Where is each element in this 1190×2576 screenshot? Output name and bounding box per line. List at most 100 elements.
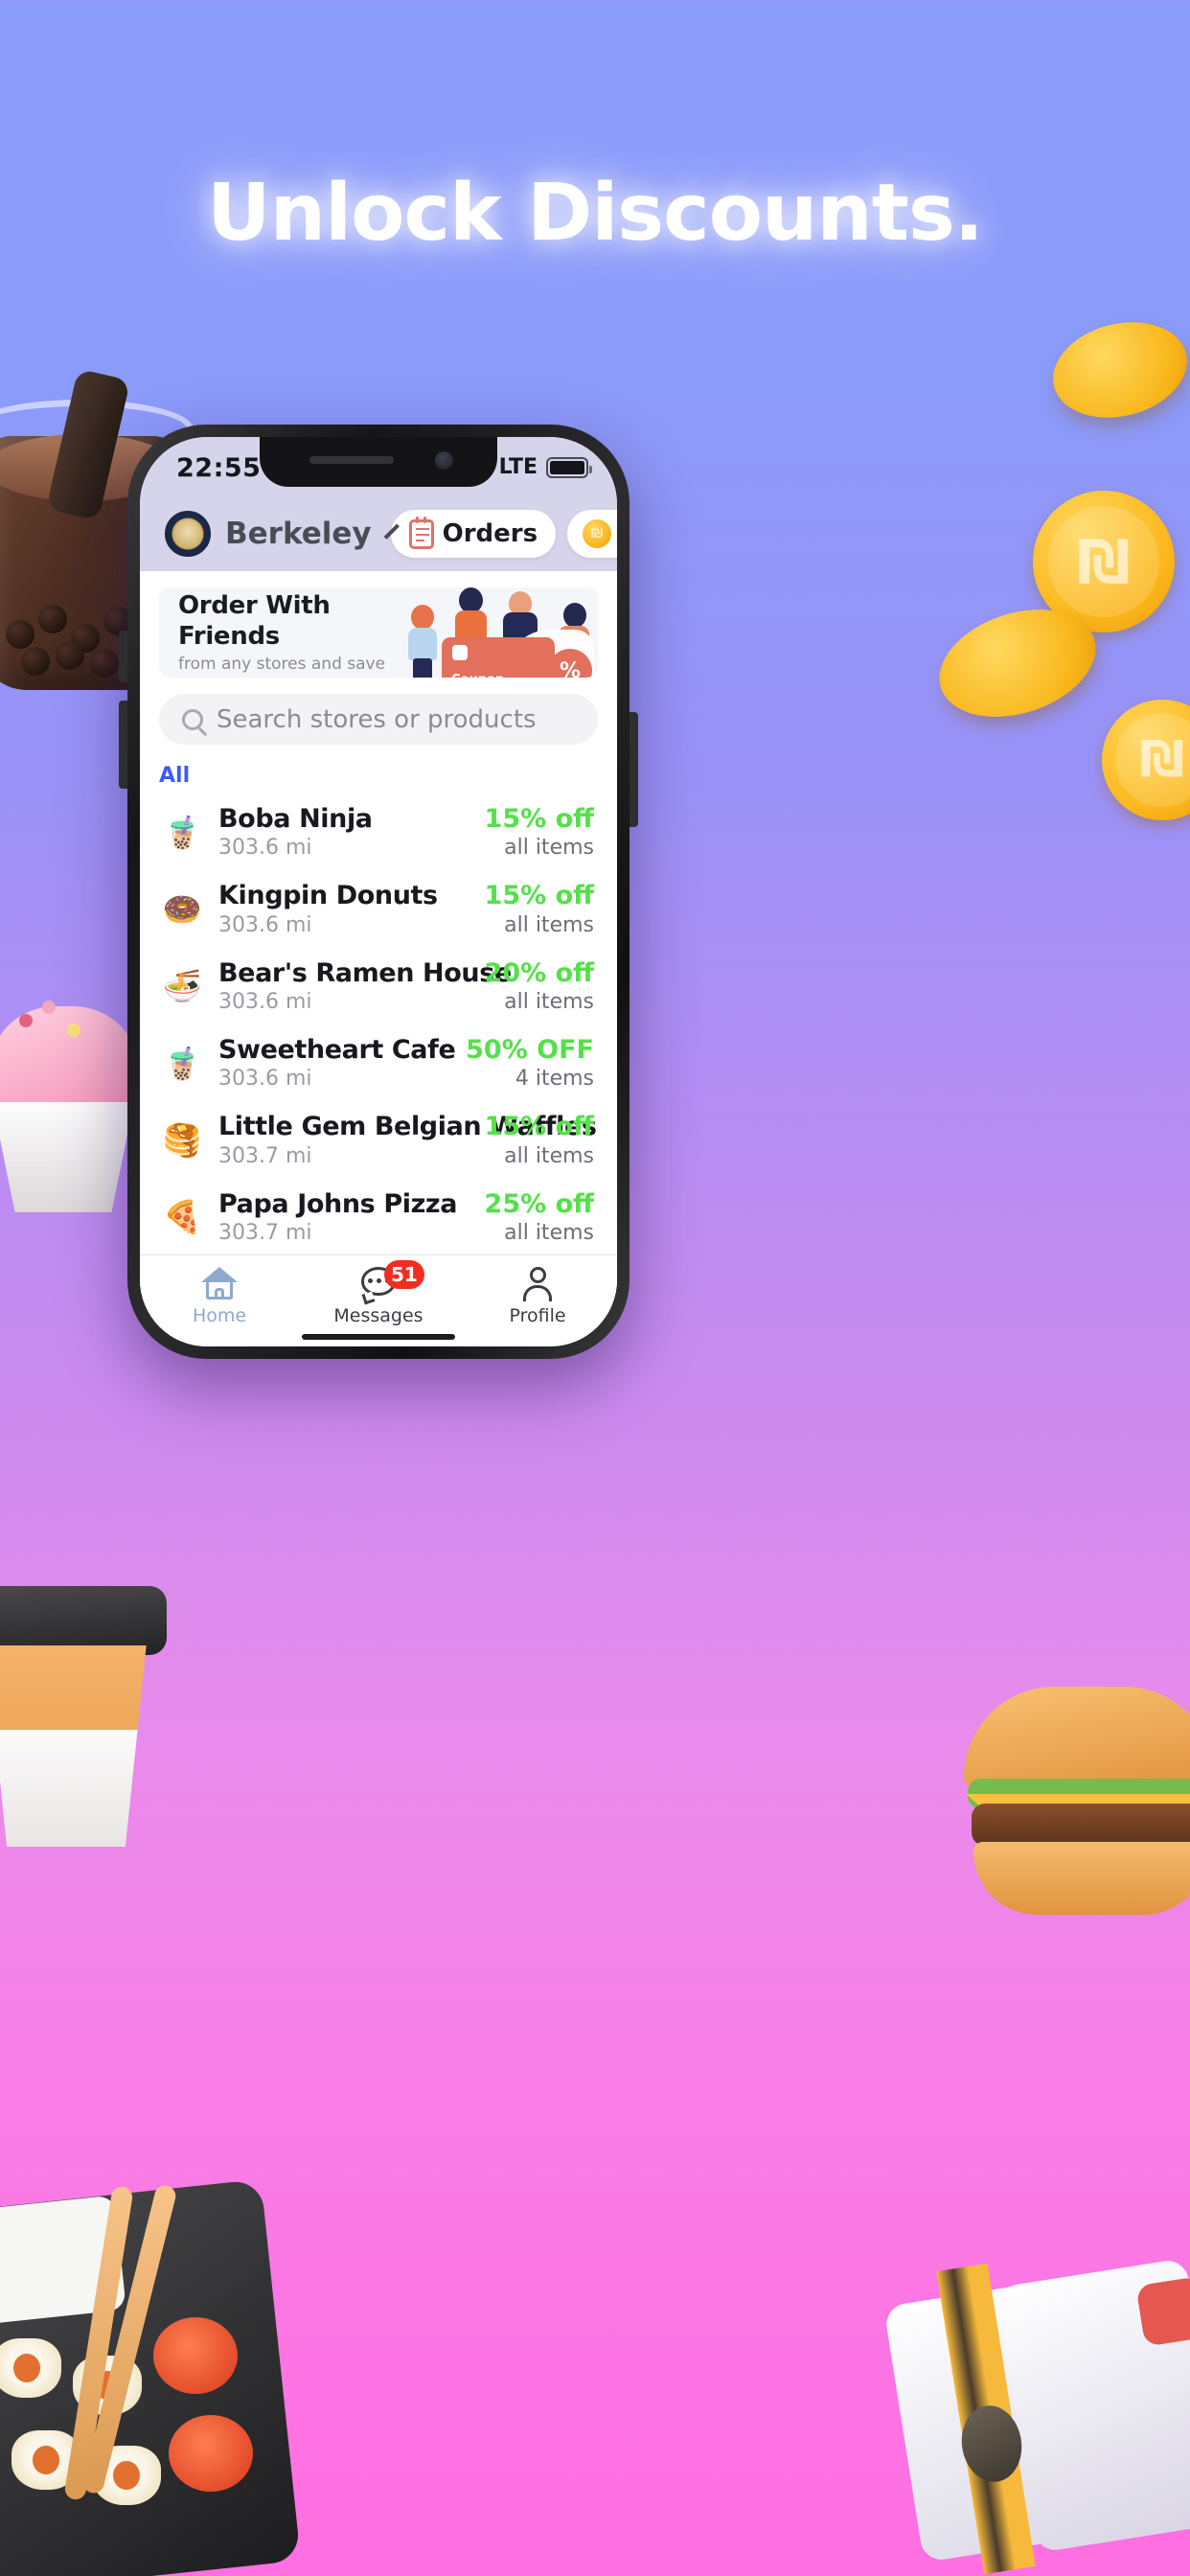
coin-decoration (1042, 309, 1190, 431)
store-distance: 303.7 mi (218, 1143, 312, 1168)
coin-decoration: ₪ (1102, 700, 1190, 820)
search-bar[interactable] (159, 694, 598, 746)
nav-item-profile[interactable]: Profile (458, 1267, 617, 1326)
store-info: Bear's Ramen House 303.6 mi (218, 957, 512, 1015)
store-name: Kingpin Donuts (218, 881, 438, 911)
store-offer: 25% off all items (485, 1189, 594, 1245)
store-list[interactable]: 🧋 Boba Ninja 303.6 mi 15% off all items … (140, 794, 617, 1254)
store-info: Kingpin Donuts 303.6 mi (218, 881, 469, 936)
speaker-icon (309, 456, 394, 464)
store-name: Little Gem Belgian Waffles (218, 1112, 597, 1142)
uc-berkeley-seal-icon (165, 511, 211, 557)
store-discount: 15% off (484, 1112, 594, 1142)
nav-label-messages: Messages (333, 1305, 423, 1326)
pizza-icon: 🍕 (162, 1198, 202, 1236)
coffee-cup-decoration (0, 1586, 173, 1854)
store-discount-scope: all items (504, 1143, 594, 1168)
store-name: Bear's Ramen House (218, 957, 512, 988)
store-name: Boba Ninja (218, 804, 373, 835)
store-list-item[interactable]: 🍜 Bear's Ramen House 303.6 mi 20% off al… (140, 948, 617, 1024)
boba-tea-icon: 🧋 (162, 813, 202, 851)
store-discount: 20% off (484, 957, 594, 988)
coupon-logo-icon (452, 645, 468, 660)
store-list-item[interactable]: 🍕 Papa Johns Pizza 303.7 mi 25% off all … (140, 1179, 617, 1254)
promo-banner[interactable]: New Order With Friends from any stores a… (159, 587, 598, 678)
donut-icon: 🍩 (162, 890, 202, 929)
promo-banner-illustration: Coupon % (401, 587, 598, 678)
nav-item-messages[interactable]: 51 Messages (299, 1260, 458, 1326)
store-discount-scope: 4 items (515, 1067, 594, 1092)
phone-screen: 22:55 LTE Berkeley Orders ₪ Order With F… (140, 437, 617, 1346)
store-offer: 15% off all items (485, 804, 594, 860)
promo-banner-title: Order With Friends (178, 591, 331, 651)
store-distance: 303.6 mi (218, 912, 312, 937)
status-bar-time: 22:55 (176, 453, 262, 483)
store-list-item[interactable]: 🥞 Little Gem Belgian Waffles 303.7 mi 15… (140, 1101, 617, 1178)
illustration-person (403, 605, 442, 678)
boba-tea-icon: 🧋 (162, 1044, 202, 1082)
coin-icon: ₪ (583, 519, 612, 548)
store-discount-scope: all items (504, 912, 594, 937)
page-title: Unlock Discounts. (207, 168, 984, 259)
store-list-item[interactable]: 🧋 Sweetheart Cafe 303.6 mi 50% OFF 4 ite… (140, 1024, 617, 1101)
promo-banner-tag: New (178, 587, 387, 589)
store-distance: 303.6 mi (218, 836, 312, 861)
store-discount: 15% off (484, 881, 594, 911)
promo-subtitle-highlight: 20% Off (225, 676, 297, 678)
orders-button-label: Orders (442, 519, 538, 548)
battery-icon (546, 456, 592, 478)
store-offer: 15% off all items (485, 1112, 594, 1167)
nav-label-profile: Profile (509, 1305, 566, 1326)
status-bar: 22:55 LTE (140, 437, 617, 496)
messages-badge: 51 (384, 1260, 424, 1289)
store-discount: 25% off (484, 1188, 594, 1219)
store-distance: 303.7 mi (218, 1221, 312, 1245)
store-list-item[interactable]: 🧋 Boba Ninja 303.6 mi 15% off all items (140, 794, 617, 870)
store-list-item[interactable]: 🍩 Kingpin Donuts 303.6 mi 15% off all it… (140, 870, 617, 947)
promo-banner-subtitle: from any stores and save up to 20% Off (178, 655, 387, 678)
coupon-card: Coupon (442, 637, 555, 678)
promo-banner-text: New Order With Friends from any stores a… (178, 587, 387, 678)
store-discount-scope: all items (504, 990, 594, 1015)
home-icon (201, 1267, 238, 1300)
store-info: Boba Ninja 303.6 mi (218, 804, 469, 860)
app-content: New Order With Friends from any stores a… (140, 571, 617, 1346)
store-discount-scope: all items (504, 836, 594, 861)
category-tabs: All (159, 764, 598, 788)
store-info: Papa Johns Pizza 303.7 mi (218, 1189, 469, 1245)
phone-mockup: 22:55 LTE Berkeley Orders ₪ Order With F… (119, 425, 638, 1359)
burger-decoration (964, 1687, 1190, 1921)
orders-button[interactable]: Orders (390, 510, 557, 558)
coupon-card-label: Coupon (451, 673, 504, 678)
home-indicator (302, 1334, 455, 1340)
search-icon (182, 708, 203, 730)
pancakes-icon: 🥞 (162, 1121, 202, 1160)
nav-label-home: Home (192, 1305, 247, 1326)
store-name: Papa Johns Pizza (218, 1188, 458, 1219)
bento-box-decoration (0, 2178, 302, 2576)
takeout-box-decoration (883, 2258, 1190, 2576)
phone-notch (260, 437, 497, 487)
store-discount-scope: all items (504, 1221, 594, 1245)
ramen-icon: 🍜 (162, 967, 202, 1005)
store-name: Sweetheart Cafe (218, 1035, 456, 1066)
store-discount: 50% OFF (466, 1035, 594, 1066)
front-camera-icon (435, 451, 453, 470)
network-label: LTE (498, 455, 538, 479)
coins-button[interactable]: ₪ 6 (567, 510, 617, 558)
store-discount: 15% off (484, 804, 594, 835)
store-info: Sweetheart Cafe 303.6 mi (218, 1035, 456, 1092)
store-offer: 20% off all items (485, 958, 594, 1014)
city-selector-label[interactable]: Berkeley (225, 517, 372, 551)
nav-item-home[interactable]: Home (140, 1267, 299, 1326)
store-distance: 303.6 mi (218, 990, 312, 1015)
search-input[interactable] (217, 704, 575, 734)
tab-all[interactable]: All (159, 764, 190, 788)
store-info: Little Gem Belgian Waffles 303.7 mi (218, 1112, 597, 1168)
store-offer: 50% OFF 4 items (466, 1035, 594, 1091)
store-distance: 303.6 mi (218, 1067, 312, 1092)
person-icon (521, 1267, 554, 1301)
promo-subtitle-text: from any stores and save up to (178, 654, 386, 678)
bottom-navigation: Home 51 Messages Profile (140, 1254, 617, 1346)
phone-side-button (629, 712, 638, 827)
